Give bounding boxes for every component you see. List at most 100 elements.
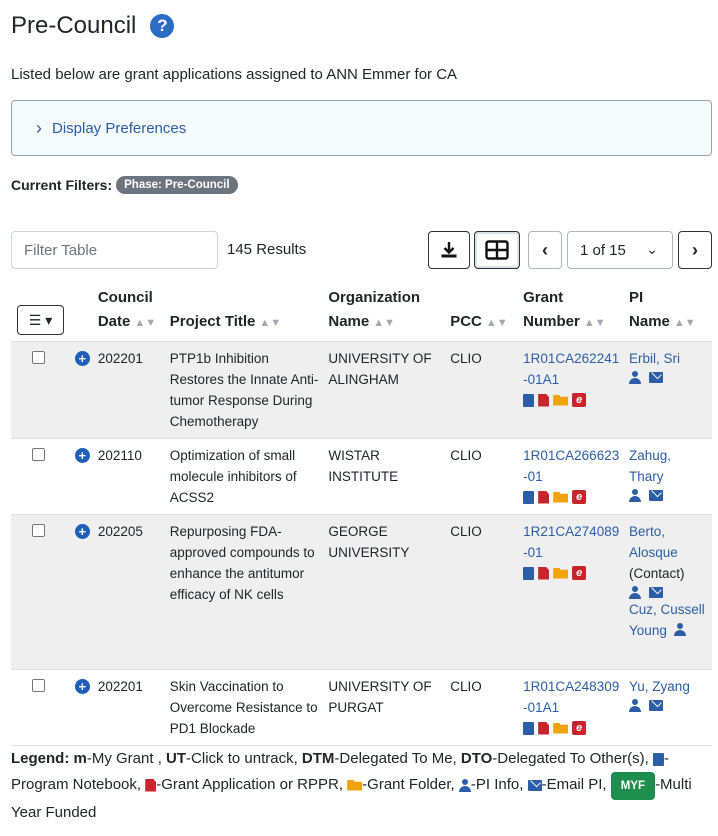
pdf-icon[interactable] xyxy=(538,490,550,504)
pi-info-icon[interactable] xyxy=(629,489,642,502)
page-select-value: 1 of 15 xyxy=(580,241,626,259)
filter-badge[interactable]: Phase: Pre-Council xyxy=(116,176,238,194)
page-select[interactable]: 1 of 15 ⌄ xyxy=(567,231,673,269)
download-button[interactable] xyxy=(428,231,470,269)
pi-icons xyxy=(629,371,708,384)
project-title-cell: PTP1b Inhibition Restores the Innate Ant… xyxy=(165,341,325,439)
legend-dto-text: -Delegated To Other(s), xyxy=(492,750,649,767)
e-icon[interactable]: e xyxy=(572,566,587,580)
pi-info-icon[interactable] xyxy=(629,586,642,599)
pi-name-link[interactable]: Yu, Zyang xyxy=(629,679,690,694)
council-date-cell: 202110 xyxy=(93,438,166,515)
pcc-cell: CLIO xyxy=(446,438,520,515)
row-checkbox[interactable] xyxy=(32,679,45,692)
pi-name-link[interactable]: Erbil, Sri xyxy=(629,351,680,366)
notebook-icon xyxy=(652,752,664,766)
folder-icon[interactable] xyxy=(553,491,569,503)
grant-number-cell: 1R01CA266623-01 e xyxy=(519,438,626,515)
pcc-header[interactable]: PCC ▲▼ xyxy=(446,282,520,342)
expand-plus-icon[interactable]: + xyxy=(74,524,90,539)
pi-role: (Contact) xyxy=(629,566,685,581)
organization-name-header[interactable]: Organization Name ▲▼ xyxy=(324,282,447,342)
grant-number-link[interactable]: 1R21CA274089-01 xyxy=(523,524,619,560)
email-icon[interactable] xyxy=(649,372,664,383)
expand-plus-icon[interactable]: + xyxy=(74,679,90,694)
sort-icon: ▲▼ xyxy=(673,317,696,329)
row-select-cell xyxy=(11,514,71,670)
grant-icons: e xyxy=(523,721,621,735)
e-icon[interactable]: e xyxy=(572,393,587,407)
pdf-icon[interactable] xyxy=(538,393,550,407)
pi-name-link-2[interactable]: Cuz, Cussell Young xyxy=(629,602,705,638)
folder-icon xyxy=(347,779,363,791)
download-icon xyxy=(441,242,457,258)
e-icon[interactable]: e xyxy=(572,721,587,735)
pcc-cell: CLIO xyxy=(446,341,520,439)
display-preferences-toggle[interactable]: › Display Preferences xyxy=(11,100,712,156)
notebook-icon[interactable] xyxy=(523,490,535,504)
pi-info-icon[interactable] xyxy=(629,699,642,712)
myf-badge: MYF xyxy=(610,772,656,800)
expand-cell: + xyxy=(70,438,94,515)
page-title-text: Pre-Council xyxy=(11,12,137,39)
filter-table-input[interactable] xyxy=(11,231,218,269)
current-filters-label: Current Filters: xyxy=(11,177,113,193)
expand-cell: + xyxy=(70,669,94,746)
legend-m-text: -My Grant , xyxy=(86,750,162,767)
pi-cell: Yu, Zyang xyxy=(625,669,712,746)
legend-email-text: -Email PI, xyxy=(541,776,607,793)
expand-plus-icon[interactable]: + xyxy=(74,448,90,463)
notebook-icon[interactable] xyxy=(523,393,535,407)
expand-cell: + xyxy=(70,514,94,670)
previous-page-button[interactable]: ‹ xyxy=(528,231,562,269)
notebook-icon[interactable] xyxy=(523,721,535,735)
legend-ut-text: -Click to untrack, xyxy=(186,750,298,767)
chevron-right-icon: › xyxy=(36,117,42,138)
pdf-icon[interactable] xyxy=(538,721,550,735)
grant-number-link[interactable]: 1R01CA262241-01A1 xyxy=(523,351,619,387)
pi-name-header[interactable]: PI Name ▲▼ xyxy=(625,282,712,342)
expand-plus-icon[interactable]: + xyxy=(74,351,90,366)
pi-cell: Erbil, Sri xyxy=(625,341,712,439)
row-select-cell xyxy=(11,669,71,746)
pi-info-icon[interactable] xyxy=(673,623,686,636)
council-date-header[interactable]: Council Date ▲▼ xyxy=(93,282,166,342)
folder-icon[interactable] xyxy=(553,722,569,734)
legend-ut-key: UT xyxy=(166,750,187,767)
grant-icons: e xyxy=(523,393,621,407)
grant-number-link[interactable]: 1R01CA248309-01A1 xyxy=(523,679,619,715)
pi-name-link[interactable]: Berto, Alosque xyxy=(629,524,678,560)
row-checkbox[interactable] xyxy=(32,524,45,537)
pcc-cell: CLIO xyxy=(446,669,520,746)
help-icon[interactable]: ? xyxy=(150,14,175,38)
legend-pdf-text: -Grant Application or RPPR, xyxy=(156,776,343,793)
grant-number-cell: 1R21CA274089-01 e xyxy=(519,514,626,670)
folder-icon[interactable] xyxy=(553,567,569,579)
email-icon[interactable] xyxy=(649,700,664,711)
email-icon[interactable] xyxy=(649,587,664,598)
e-icon[interactable]: e xyxy=(572,490,587,504)
table-row: + 202110 Optimization of small molecule … xyxy=(11,438,712,515)
grant-number-link[interactable]: 1R01CA266623-01 xyxy=(523,448,619,484)
pi-icons xyxy=(629,489,708,502)
council-date-cell: 202201 xyxy=(93,669,166,746)
email-icon[interactable] xyxy=(649,490,664,501)
grant-number-header[interactable]: Grant Number ▲▼ xyxy=(519,282,626,342)
sort-icon: ▲▼ xyxy=(485,317,508,329)
grant-number-cell: 1R01CA248309-01A1 e xyxy=(519,669,626,746)
row-checkbox[interactable] xyxy=(32,448,45,461)
pi-info-icon[interactable] xyxy=(629,371,642,384)
organization-cell: UNIVERSITY OF ALINGHAM xyxy=(324,341,447,439)
pi-cell: Berto, Alosque (Contact) Cuz, Cussell Yo… xyxy=(625,514,712,670)
pi-name-link[interactable]: Zahug, Thary xyxy=(629,448,671,484)
pdf-icon[interactable] xyxy=(538,566,550,580)
row-checkbox[interactable] xyxy=(32,351,45,364)
column-menu-button[interactable]: ☰ ▾ xyxy=(17,305,64,335)
notebook-icon[interactable] xyxy=(523,566,535,580)
next-page-button[interactable]: › xyxy=(678,231,712,269)
pi-icons xyxy=(629,586,708,599)
project-title-header[interactable]: Project Title ▲▼ xyxy=(165,282,325,342)
pi-icons xyxy=(629,699,708,712)
folder-icon[interactable] xyxy=(553,394,569,406)
table-view-button[interactable] xyxy=(474,231,520,269)
